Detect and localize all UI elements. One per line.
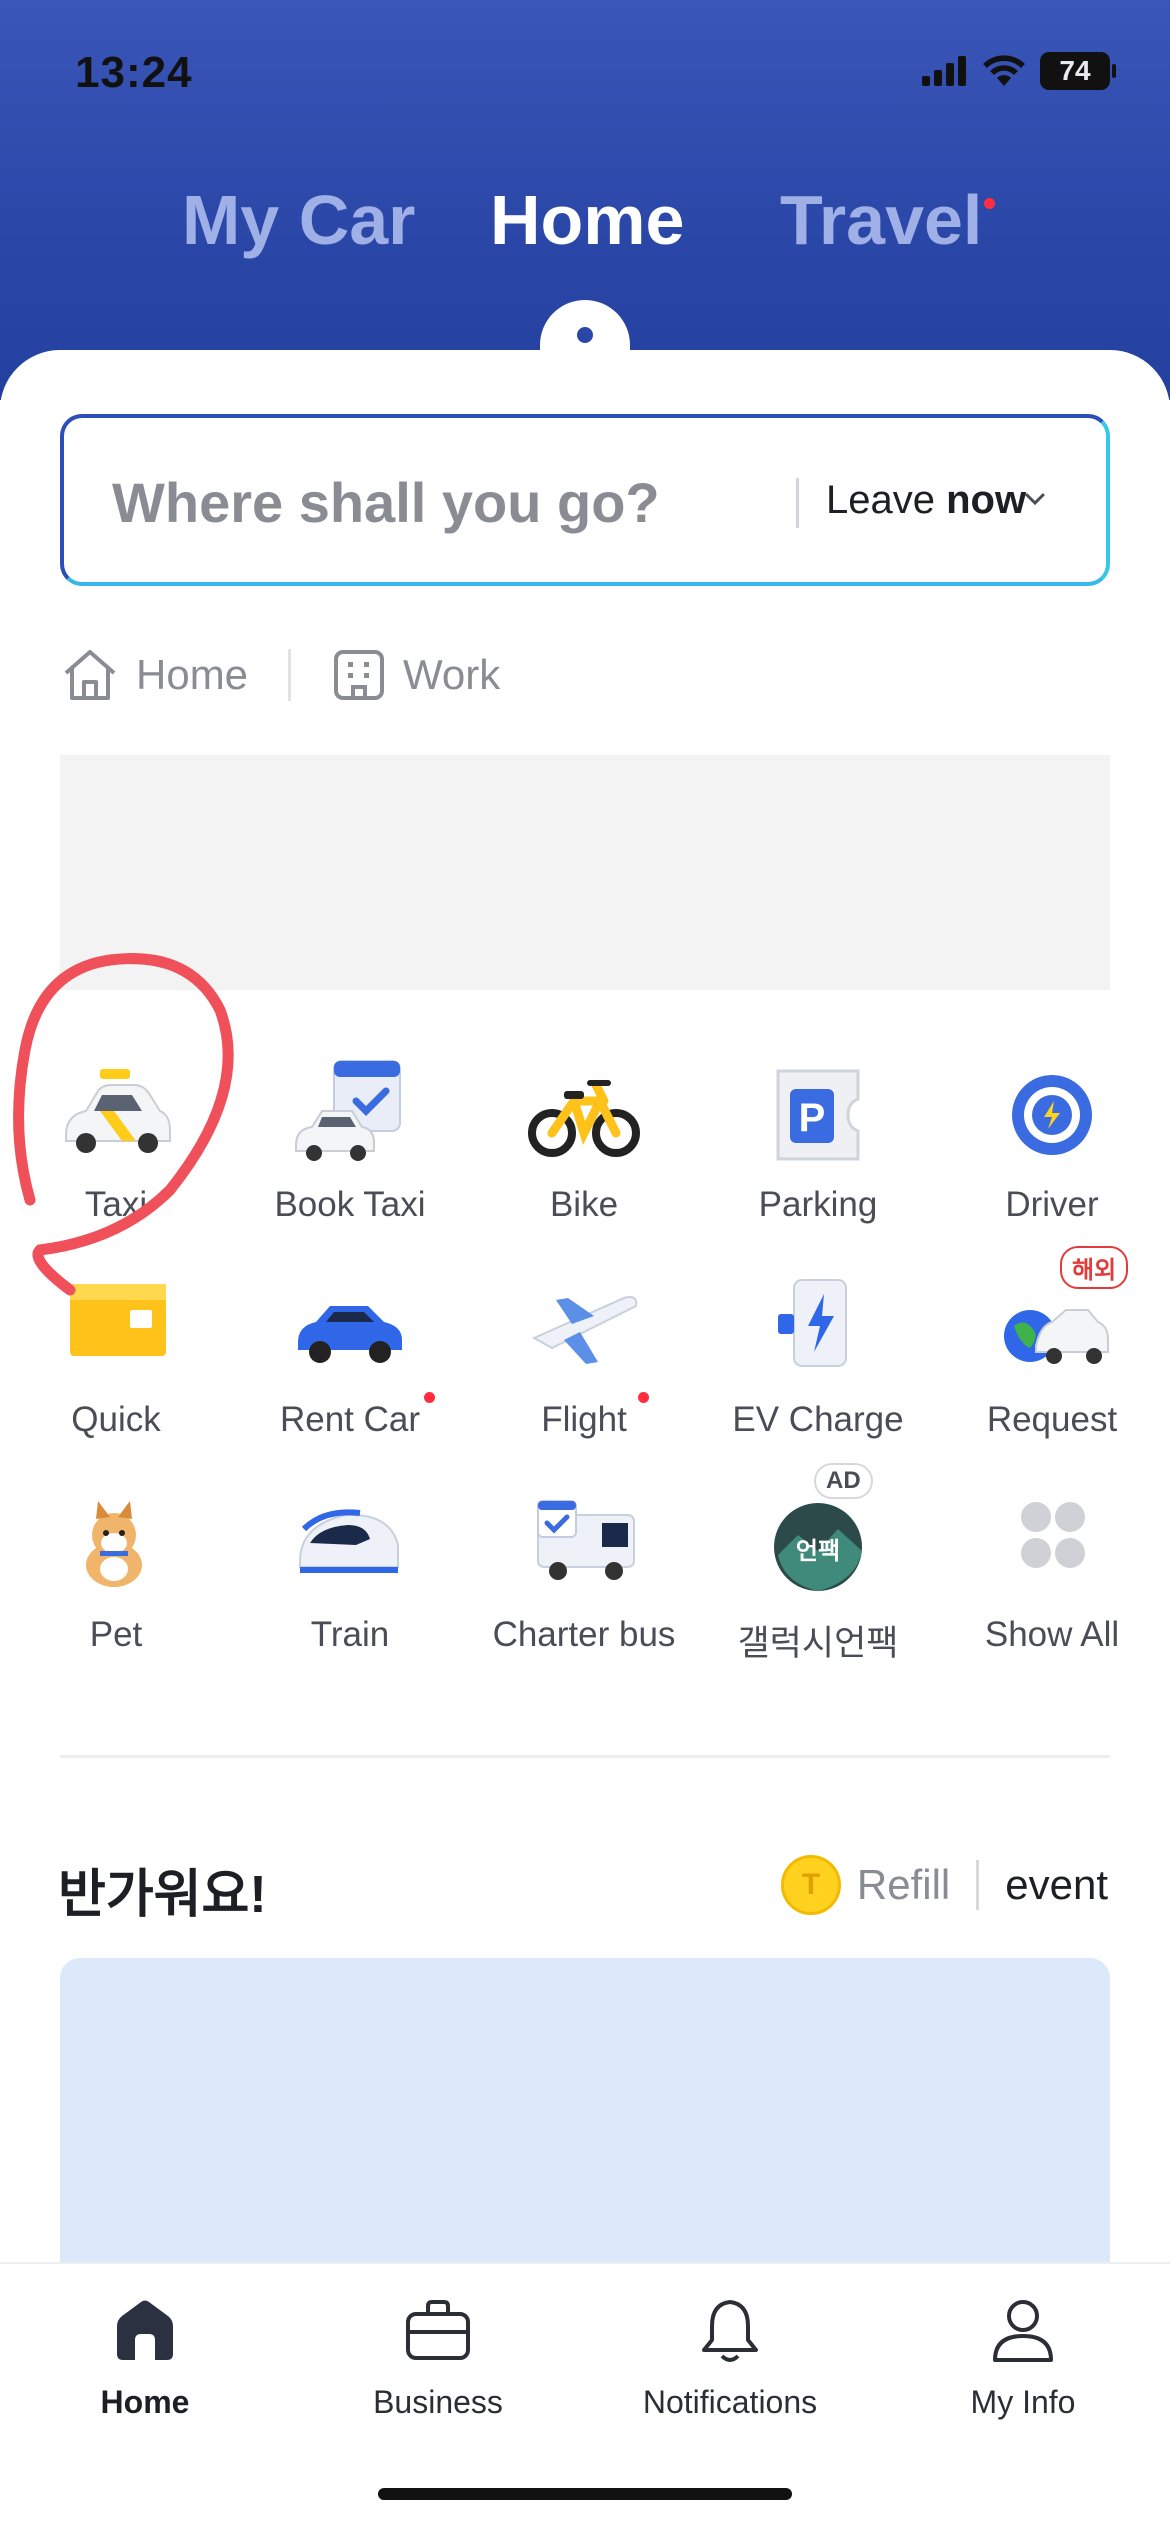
leave-value: now: [946, 478, 1027, 522]
parking-icon: P: [776, 1069, 860, 1161]
status-time: 13:24: [75, 48, 193, 97]
wifi-icon: [983, 55, 1025, 86]
nav-notifications-label: Notifications: [642, 2384, 818, 2420]
service-train[interactable]: Train: [240, 1485, 460, 1685]
service-label: Rent Car: [279, 1400, 421, 1439]
taxi-icon: [65, 1069, 171, 1153]
refill-event-bar: T Refill event: [780, 1855, 1108, 1915]
tab-travel[interactable]: Travel: [780, 180, 982, 260]
travel-new-dot: [984, 198, 995, 209]
refill-divider: [976, 1860, 980, 1910]
ev-charge-icon: [778, 1279, 847, 1367]
leave-label: Leave: [826, 478, 935, 522]
service-label: Quick: [71, 1400, 161, 1439]
nav-business-label: Business: [373, 2384, 503, 2420]
nav-notifications[interactable]: Notifications: [600, 2294, 860, 2421]
service-label: Parking: [758, 1185, 878, 1224]
service-label: Request: [986, 1400, 1118, 1439]
signal-icon: [922, 56, 966, 86]
pet-icon: [86, 1501, 142, 1587]
service-galaxy-unpacked[interactable]: 언팩 AD 갤럭시언팩: [708, 1463, 928, 1685]
charter-bus-icon: [537, 1500, 635, 1580]
service-label: Bike: [549, 1185, 619, 1224]
shortcut-work-label: Work: [403, 651, 501, 698]
service-pet[interactable]: Pet: [6, 1485, 226, 1685]
home-indicator[interactable]: [378, 2488, 792, 2500]
service-request[interactable]: 해외 Request: [942, 1246, 1162, 1470]
briefcase-icon: [406, 2300, 470, 2360]
service-label: Charter bus: [492, 1615, 676, 1654]
bell-icon: [702, 2300, 758, 2362]
coin-icon: T: [780, 1855, 841, 1915]
service-label: Book Taxi: [274, 1185, 426, 1224]
shortcut-work[interactable]: Work: [331, 647, 500, 703]
tab-home[interactable]: Home: [490, 180, 684, 260]
flight-icon: [531, 1296, 638, 1364]
refill-link[interactable]: Refill: [857, 1861, 950, 1909]
rent-car-new-dot: [424, 1392, 435, 1403]
galaxy-icon-text: 언팩: [796, 1537, 840, 1565]
rent-car-icon: [298, 1306, 402, 1363]
show-all-icon: [1021, 1502, 1085, 1568]
saved-places: Home Work: [60, 640, 500, 710]
service-label: Show All: [984, 1615, 1120, 1654]
nav-my-info-label: My Info: [970, 2384, 1076, 2420]
person-icon: [993, 2300, 1053, 2362]
service-show-all[interactable]: Show All: [942, 1485, 1162, 1685]
service-label: Flight: [541, 1400, 627, 1439]
galaxy-unpacked-icon: 언팩: [774, 1503, 862, 1591]
service-label: EV Charge: [732, 1400, 904, 1439]
service-label: Taxi: [84, 1185, 148, 1224]
house-icon: [64, 650, 116, 700]
train-icon: [299, 1509, 399, 1573]
status-icons: 74: [922, 52, 1116, 90]
building-icon: [334, 650, 385, 700]
nav-business[interactable]: Business: [308, 2294, 568, 2421]
bike-icon: [528, 1080, 640, 1157]
service-label: Pet: [89, 1615, 143, 1654]
battery-icon: 74: [1040, 52, 1116, 90]
service-rent-car[interactable]: Rent Car: [240, 1270, 460, 1470]
service-ev-charge[interactable]: EV Charge: [708, 1270, 928, 1470]
quick-box-icon: [70, 1284, 166, 1356]
event-link[interactable]: event: [1005, 1861, 1108, 1909]
nav-home-label: Home: [100, 2384, 190, 2420]
chevron-down-icon[interactable]: [1024, 488, 1046, 510]
tab-my-car[interactable]: My Car: [182, 180, 415, 260]
service-taxi[interactable]: Taxi: [6, 1055, 226, 1255]
driver-icon: [1012, 1075, 1092, 1155]
svg-text:P: P: [799, 1096, 826, 1140]
home-icon: [117, 2300, 173, 2360]
section-divider: [60, 1755, 1110, 1758]
overseas-badge: 해외: [1060, 1246, 1129, 1289]
ad-badge: AD: [814, 1463, 873, 1499]
top-tabs: My Car Home Travel: [0, 180, 1170, 280]
service-quick[interactable]: Quick: [6, 1270, 226, 1470]
welcome-title: 반가워요!: [58, 1866, 267, 1924]
promo-banner[interactable]: [60, 1958, 1110, 2278]
service-flight[interactable]: Flight: [474, 1270, 694, 1470]
nav-my-info[interactable]: My Info: [893, 2294, 1153, 2421]
service-label: Train: [310, 1615, 390, 1654]
active-tab-indicator: [577, 327, 593, 343]
book-taxi-icon: [295, 1060, 401, 1161]
service-parking[interactable]: P Parking: [708, 1055, 928, 1255]
service-label: 갤럭시언팩: [737, 1624, 899, 1663]
nav-home[interactable]: Home: [15, 2294, 275, 2421]
banner-placeholder[interactable]: [60, 755, 1110, 990]
search-divider: [796, 478, 799, 528]
service-bike[interactable]: Bike: [474, 1055, 694, 1255]
shortcut-divider: [288, 649, 292, 701]
service-label: Driver: [1005, 1185, 1099, 1224]
shortcut-home[interactable]: Home: [60, 647, 248, 703]
service-driver[interactable]: Driver: [942, 1055, 1162, 1255]
service-book-taxi[interactable]: Book Taxi: [240, 1055, 460, 1255]
destination-search[interactable]: Where shall you go? Leave now: [60, 414, 1110, 586]
leave-time-selector[interactable]: Leave now: [826, 478, 1026, 523]
status-bar: 13:24 74: [0, 40, 1170, 110]
service-charter-bus[interactable]: Charter bus: [474, 1485, 694, 1685]
shortcut-home-label: Home: [136, 651, 249, 698]
search-placeholder[interactable]: Where shall you go?: [112, 470, 660, 535]
flight-new-dot: [638, 1392, 649, 1403]
